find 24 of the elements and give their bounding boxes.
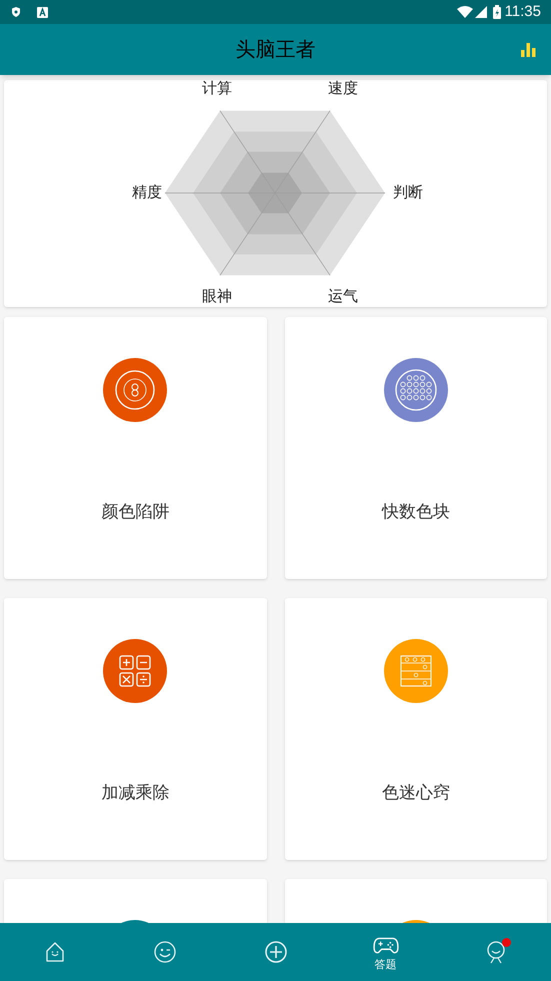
axis-label: 运气 — [328, 288, 358, 306]
axis-label: 精度 — [132, 184, 162, 202]
signal-icon — [474, 6, 487, 18]
axis-label: 判断 — [393, 184, 423, 202]
smiley-icon — [153, 940, 178, 964]
game-card[interactable]: 快数色块 — [284, 317, 547, 579]
clock-time: 11:35 — [504, 2, 541, 22]
add-icon — [264, 940, 288, 964]
game-card[interactable]: 颜色陷阱 — [4, 317, 266, 579]
bar-chart-icon[interactable] — [521, 43, 536, 57]
wifi-icon — [456, 6, 473, 18]
keyboard-icon — [37, 6, 48, 18]
shield-icon — [10, 6, 22, 18]
game-title: 快数色块 — [382, 501, 450, 523]
game-card[interactable]: 色迷心窍 — [284, 598, 547, 860]
app-title: 头脑王者 — [236, 38, 316, 62]
axis-label: 速度 — [328, 80, 358, 98]
axis-label: 计算 — [202, 80, 232, 98]
game-title: 加减乘除 — [101, 782, 170, 804]
game-card[interactable]: 加减乘除 — [4, 598, 266, 860]
battery-icon — [492, 5, 501, 19]
game-title: 色迷心窍 — [382, 782, 450, 804]
axis-label: 眼神 — [202, 288, 232, 306]
game-title: 颜色陷阱 — [101, 501, 170, 523]
